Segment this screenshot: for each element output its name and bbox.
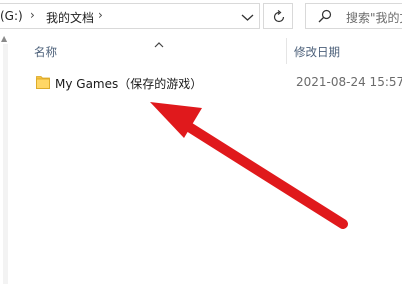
file-name[interactable]: My Games（保存的游戏）	[55, 75, 202, 92]
address-bar[interactable]: (G:) › 我的文档 ›	[0, 3, 260, 29]
column-divider[interactable]	[286, 38, 287, 64]
search-box[interactable]: 搜索"我的文	[305, 3, 402, 29]
navigation-pane: ▲	[0, 34, 12, 286]
sort-ascending-icon	[153, 34, 165, 53]
scroll-up-icon[interactable]: ▲	[1, 34, 7, 43]
column-header-name[interactable]: 名称	[34, 44, 57, 60]
file-date-modified: 2021-08-24 15:57	[296, 75, 402, 89]
chevron-down-icon[interactable]	[236, 7, 259, 27]
refresh-button[interactable]	[263, 3, 293, 29]
folder-icon	[36, 74, 50, 93]
breadcrumb-drive[interactable]: (G:)	[0, 9, 23, 23]
toolbar: (G:) › 我的文档 › 搜索"我的文	[0, 0, 402, 34]
column-header-row: 名称 修改日期	[12, 34, 402, 66]
search-icon	[318, 9, 332, 23]
breadcrumb-current-folder[interactable]: 我的文档	[46, 9, 94, 26]
breadcrumb-separator[interactable]: ›	[30, 8, 35, 22]
column-header-date-modified[interactable]: 修改日期	[294, 44, 340, 60]
breadcrumb-separator[interactable]: ›	[98, 8, 103, 22]
file-row[interactable]: My Games（保存的游戏） 2021-08-24 15:57	[30, 70, 402, 94]
nav-scrollbar[interactable]	[3, 44, 8, 284]
search-input[interactable]: 搜索"我的文	[346, 9, 402, 26]
